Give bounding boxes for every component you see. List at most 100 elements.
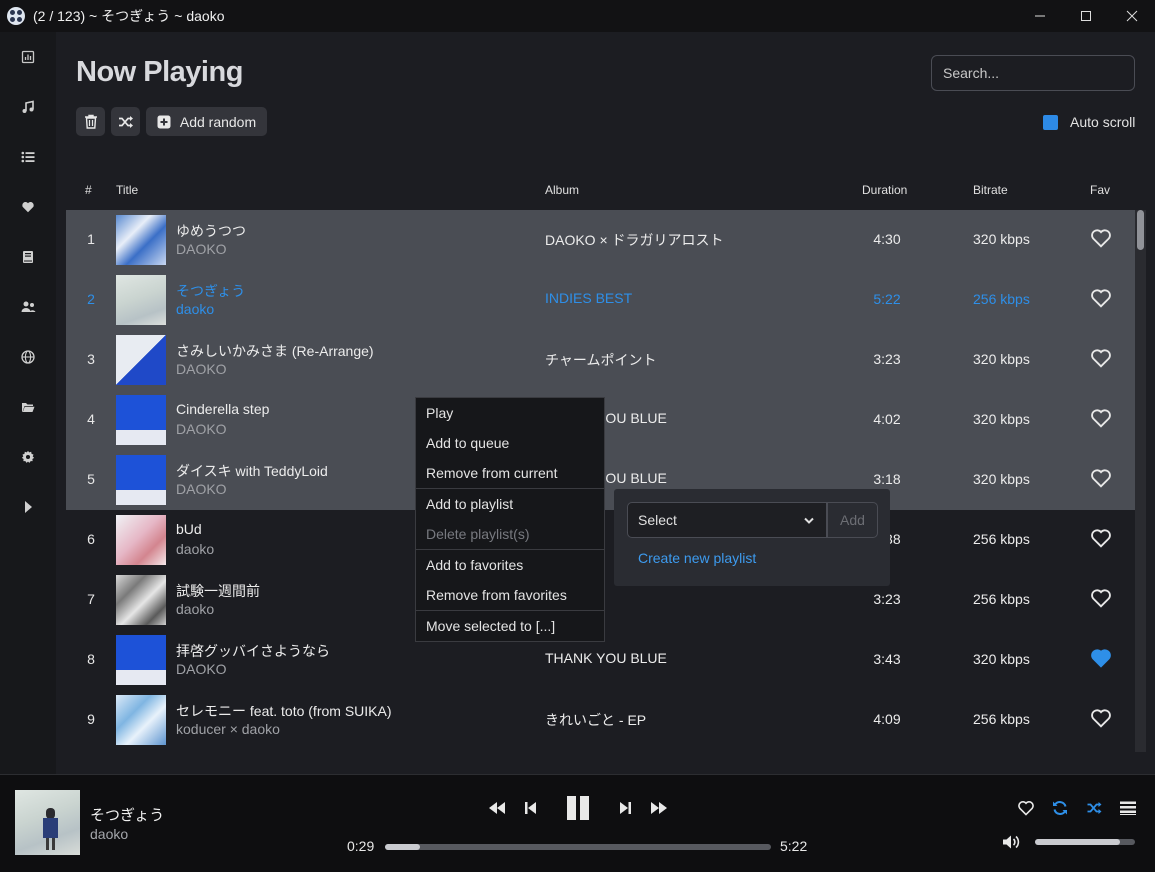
track-cover-art: [116, 575, 166, 625]
auto-scroll-toggle[interactable]: Auto scroll: [1043, 114, 1135, 130]
heart-outline-icon[interactable]: [1090, 228, 1112, 250]
heart-outline-icon[interactable]: [1090, 708, 1112, 730]
trash-icon: [84, 114, 97, 129]
queue-button[interactable]: [1117, 797, 1139, 819]
menu-item-add-to-playlist[interactable]: Add to playlist: [416, 489, 604, 519]
table-row[interactable]: 3 さみしいかみさま (Re-Arrange) DAOKO チャームポイント 3:23 3…: [66, 330, 1135, 390]
track-artist[interactable]: DAOKO: [176, 241, 227, 257]
create-new-playlist-link[interactable]: Create new playlist: [638, 550, 756, 566]
track-cover-art: [116, 275, 166, 325]
search-input[interactable]: [931, 55, 1135, 91]
menu-item-add-to-queue[interactable]: Add to queue: [416, 428, 604, 458]
previous-track-button[interactable]: [520, 797, 542, 819]
heart-outline-icon[interactable]: [1090, 408, 1112, 430]
table-row[interactable]: 2 そつぎょう daoko INDIES BEST 5:22 256 kbps: [66, 270, 1135, 330]
queue-list-icon: [1120, 801, 1136, 815]
heart-outline-icon[interactable]: [1090, 468, 1112, 490]
column-fav[interactable]: Fav: [1090, 183, 1110, 197]
track-title: 拝啓グッバイさようなら: [176, 643, 330, 659]
table-row[interactable]: 1 ゆめうつつ DAOKO DAOKO × ドラガリアロスト 4:30 320 kbps: [66, 210, 1135, 270]
repeat-button[interactable]: [1049, 797, 1071, 819]
fast-forward-icon: [651, 802, 667, 814]
column-bitrate[interactable]: Bitrate: [973, 183, 1008, 197]
sidebar-item-library[interactable]: [0, 237, 56, 277]
favorite-button[interactable]: [1015, 797, 1037, 819]
heart-outline-icon: [1018, 801, 1034, 816]
main-panel: Now Playing Add random Auto scroll # Tit…: [56, 32, 1155, 774]
table-row[interactable]: 9 セレモニー feat. toto (from SUIKA) koducer × …: [66, 690, 1135, 750]
minimize-button[interactable]: [1017, 0, 1063, 32]
shuffle-icon: [118, 115, 133, 128]
list-icon: [21, 151, 35, 163]
add-to-playlist-button[interactable]: Add: [827, 502, 878, 538]
track-album[interactable]: DAOKO × ドラガリアロスト: [545, 230, 724, 250]
column-number[interactable]: #: [85, 183, 92, 197]
users-icon: [21, 301, 35, 312]
heart-outline-icon[interactable]: [1090, 588, 1112, 610]
sidebar-item-settings[interactable]: [0, 437, 56, 477]
next-track-button[interactable]: [614, 797, 636, 819]
close-button[interactable]: [1109, 0, 1155, 32]
track-bitrate: 320 kbps: [973, 651, 1030, 667]
column-duration[interactable]: Duration: [862, 183, 907, 197]
sidebar-item-folders[interactable]: [0, 387, 56, 427]
scrollbar-thumb[interactable]: [1137, 210, 1144, 250]
playlist-select[interactable]: Select: [627, 502, 827, 538]
heart-outline-icon[interactable]: [1090, 288, 1112, 310]
track-artist[interactable]: DAOKO: [176, 361, 227, 377]
progress-slider[interactable]: [385, 844, 771, 850]
track-number: 1: [87, 231, 95, 247]
track-artist[interactable]: koducer × daoko: [176, 721, 280, 737]
add-random-button[interactable]: Add random: [146, 107, 267, 136]
track-artist[interactable]: daoko: [176, 541, 214, 557]
dashboard-icon: [21, 50, 35, 64]
now-playing-artist: daoko: [90, 826, 129, 842]
track-number: 2: [87, 291, 95, 307]
sidebar-item-radio[interactable]: [0, 337, 56, 377]
shuffle-button[interactable]: [1083, 797, 1105, 819]
rewind-button[interactable]: [486, 797, 508, 819]
book-icon: [23, 251, 33, 263]
sidebar-item-favorites[interactable]: [0, 187, 56, 227]
column-title[interactable]: Title: [116, 183, 138, 197]
auto-scroll-checkbox[interactable]: [1043, 114, 1058, 130]
add-random-label: Add random: [179, 113, 257, 130]
heart-outline-icon[interactable]: [1090, 528, 1112, 550]
maximize-button[interactable]: [1063, 0, 1109, 32]
track-artist[interactable]: DAOKO: [176, 481, 227, 497]
volume-button[interactable]: [1000, 831, 1022, 853]
menu-item-remove-from-current[interactable]: Remove from current: [416, 458, 604, 488]
track-title: ゆめうつつ: [176, 223, 246, 239]
shuffle-queue-button[interactable]: [111, 107, 140, 136]
track-album[interactable]: THANK YOU BLUE: [545, 650, 667, 666]
track-cover-art: [116, 515, 166, 565]
sidebar-item-dashboard[interactable]: [0, 37, 56, 77]
sidebar-item-artists[interactable]: [0, 287, 56, 327]
now-playing-cover-art[interactable]: [15, 790, 80, 855]
menu-item-move-selected[interactable]: Move selected to [...]: [416, 611, 604, 641]
menu-item-remove-from-favorites[interactable]: Remove from favorites: [416, 580, 604, 610]
volume-slider[interactable]: [1035, 839, 1135, 845]
sidebar-item-songs[interactable]: [0, 87, 56, 127]
menu-item-play[interactable]: Play: [416, 398, 604, 428]
heart-outline-icon[interactable]: [1090, 348, 1112, 370]
scrollbar[interactable]: [1135, 210, 1146, 752]
track-artist[interactable]: daoko: [176, 601, 214, 617]
maximize-icon: [1081, 11, 1091, 21]
fast-forward-button[interactable]: [648, 797, 670, 819]
heart-filled-icon[interactable]: [1090, 648, 1112, 670]
menu-item-add-to-favorites[interactable]: Add to favorites: [416, 550, 604, 580]
track-artist[interactable]: daoko: [176, 301, 214, 317]
track-album[interactable]: チャームポイント: [545, 350, 656, 370]
sidebar-expand-button[interactable]: [0, 487, 56, 527]
sidebar-item-now-playing[interactable]: [0, 137, 56, 177]
track-album[interactable]: INDIES BEST: [545, 290, 632, 306]
pause-button[interactable]: [562, 792, 594, 824]
track-artist[interactable]: DAOKO: [176, 421, 227, 437]
clear-queue-button[interactable]: [76, 107, 105, 136]
track-album[interactable]: きれいごと - EP: [545, 710, 646, 730]
folder-icon: [22, 403, 35, 412]
column-album[interactable]: Album: [545, 183, 579, 197]
track-duration: 4:02: [873, 411, 901, 427]
track-artist[interactable]: DAOKO: [176, 661, 227, 677]
